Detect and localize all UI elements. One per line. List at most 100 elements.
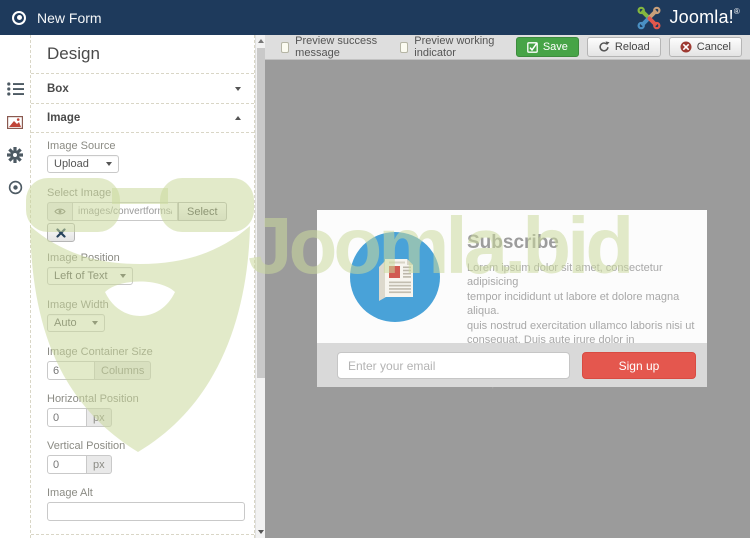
panel-title: Design bbox=[47, 44, 100, 64]
dropdown-caret-icon bbox=[120, 274, 126, 278]
accordion-box[interactable]: Box bbox=[31, 73, 254, 103]
form-target-icon bbox=[12, 11, 26, 25]
image-icon bbox=[7, 116, 23, 129]
scroll-up-icon[interactable] bbox=[258, 39, 264, 43]
px-addon: px bbox=[87, 455, 112, 474]
field-image-source: Image Source Upload bbox=[47, 140, 243, 173]
close-icon bbox=[56, 228, 66, 238]
reload-icon bbox=[598, 41, 610, 53]
preview-success-checkbox[interactable] bbox=[281, 42, 289, 53]
divider bbox=[31, 534, 254, 535]
target-icon bbox=[8, 180, 23, 195]
form-image-circle bbox=[350, 232, 440, 322]
dropdown-caret-icon bbox=[92, 321, 98, 325]
rail-item-options[interactable] bbox=[0, 144, 30, 166]
field-label: Image Source bbox=[47, 140, 243, 152]
columns-addon: Columns bbox=[95, 361, 151, 380]
field-image-container-size: Image Container Size Columns bbox=[47, 346, 243, 380]
caret-up-icon bbox=[235, 116, 241, 120]
joomla-logo: Joomla!® bbox=[636, 6, 740, 30]
cancel-button[interactable]: Cancel bbox=[669, 37, 742, 57]
list-icon bbox=[7, 82, 24, 96]
container-size-group: Columns bbox=[47, 361, 243, 380]
sidebar-scrollbar bbox=[255, 35, 265, 538]
body-line: Lorem ipsum dolor sit amet, consectetur … bbox=[467, 261, 695, 290]
accordion-image[interactable]: Image bbox=[31, 103, 254, 132]
email-input[interactable] bbox=[337, 352, 570, 379]
image-source-select[interactable]: Upload bbox=[47, 155, 119, 173]
toolbar-buttons: Save Reload Cancel bbox=[516, 37, 742, 57]
rail-item-behavior[interactable] bbox=[0, 176, 30, 198]
card-top-section: Subscribe Lorem ipsum dolor sit amet, co… bbox=[317, 210, 707, 343]
preview-working-checkbox[interactable] bbox=[400, 42, 408, 53]
rail-item-fields[interactable] bbox=[0, 78, 30, 100]
container-size-input[interactable] bbox=[47, 361, 95, 380]
save-button[interactable]: Save bbox=[516, 37, 579, 57]
cancel-button-label: Cancel bbox=[697, 41, 731, 53]
field-image-alt: Image Alt bbox=[47, 487, 243, 521]
topbar: New Form Joomla!® bbox=[0, 0, 750, 35]
clear-image-button[interactable] bbox=[47, 223, 75, 242]
preview-success-checkbox-row: Preview success message bbox=[281, 35, 384, 59]
scroll-down-icon[interactable] bbox=[258, 530, 264, 534]
rail-item-design[interactable] bbox=[0, 111, 30, 133]
joomla-logo-icon bbox=[636, 6, 662, 30]
select-image-group: Select bbox=[47, 202, 243, 221]
check-square-icon bbox=[527, 42, 538, 53]
field-select-image: Select Image Select bbox=[47, 187, 243, 242]
field-vertical-position: Vertical Position px bbox=[47, 440, 243, 474]
checkbox-label: Preview working indicator bbox=[414, 35, 500, 59]
field-label: Image Position bbox=[47, 252, 243, 264]
reload-button-label: Reload bbox=[615, 41, 650, 53]
preview-working-checkbox-row: Preview working indicator bbox=[400, 35, 500, 59]
caret-down-icon bbox=[235, 87, 241, 91]
brand-name: Joomla!® bbox=[669, 7, 740, 28]
divider bbox=[31, 132, 254, 133]
preview-toolbar: Preview success message Preview working … bbox=[265, 35, 750, 60]
accordion-box-label: Box bbox=[47, 83, 69, 95]
preview-card: Subscribe Lorem ipsum dolor sit amet, co… bbox=[317, 210, 707, 387]
field-label: Select Image bbox=[47, 187, 243, 199]
field-label: Image Container Size bbox=[47, 346, 243, 358]
app-window: New Form Joomla!® bbox=[0, 0, 750, 538]
field-label: Image Width bbox=[47, 299, 243, 311]
horizontal-position-group: px bbox=[47, 408, 243, 427]
field-image-width: Image Width Auto bbox=[47, 299, 243, 332]
image-width-select[interactable]: Auto bbox=[47, 314, 105, 332]
horizontal-position-input[interactable] bbox=[47, 408, 87, 427]
image-path-input[interactable] bbox=[72, 202, 178, 221]
design-panel: Design Box Image Image Source Upload Sel… bbox=[30, 35, 255, 538]
image-position-select[interactable]: Left of Text bbox=[47, 267, 133, 285]
accordion-image-label: Image bbox=[47, 112, 80, 124]
select-value: Upload bbox=[54, 158, 89, 170]
vertical-position-group: px bbox=[47, 455, 243, 474]
body-line: quis nostrud exercitation ullamco labori… bbox=[467, 319, 695, 333]
page-title: New Form bbox=[37, 10, 102, 26]
preview-eye-addon[interactable] bbox=[47, 202, 72, 221]
checkbox-label: Preview success message bbox=[295, 35, 384, 59]
card-bottom-section: Sign up bbox=[317, 343, 707, 387]
gear-icon bbox=[7, 147, 23, 163]
select-value: Auto bbox=[54, 317, 77, 329]
save-button-label: Save bbox=[543, 41, 568, 53]
field-label: Vertical Position bbox=[47, 440, 243, 452]
field-label: Image Alt bbox=[47, 487, 243, 499]
signup-button[interactable]: Sign up bbox=[582, 352, 696, 379]
scrollbar-thumb[interactable] bbox=[257, 48, 265, 378]
icon-rail bbox=[0, 35, 30, 538]
body-line: tempor incididunt ut labore et dolore ma… bbox=[467, 290, 695, 319]
registered-mark: ® bbox=[734, 7, 740, 16]
reload-button[interactable]: Reload bbox=[587, 37, 661, 57]
vertical-position-input[interactable] bbox=[47, 455, 87, 474]
field-horizontal-position: Horizontal Position px bbox=[47, 393, 243, 427]
newspaper-icon bbox=[371, 251, 419, 303]
dropdown-caret-icon bbox=[106, 162, 112, 166]
image-alt-input[interactable] bbox=[47, 502, 245, 521]
field-image-position: Image Position Left of Text bbox=[47, 252, 243, 285]
cancel-circle-icon bbox=[680, 41, 692, 53]
preview-canvas: Subscribe Lorem ipsum dolor sit amet, co… bbox=[265, 60, 750, 538]
form-heading: Subscribe bbox=[467, 232, 559, 254]
px-addon: px bbox=[87, 408, 112, 427]
select-image-button[interactable]: Select bbox=[178, 202, 227, 221]
eye-icon bbox=[54, 207, 66, 216]
